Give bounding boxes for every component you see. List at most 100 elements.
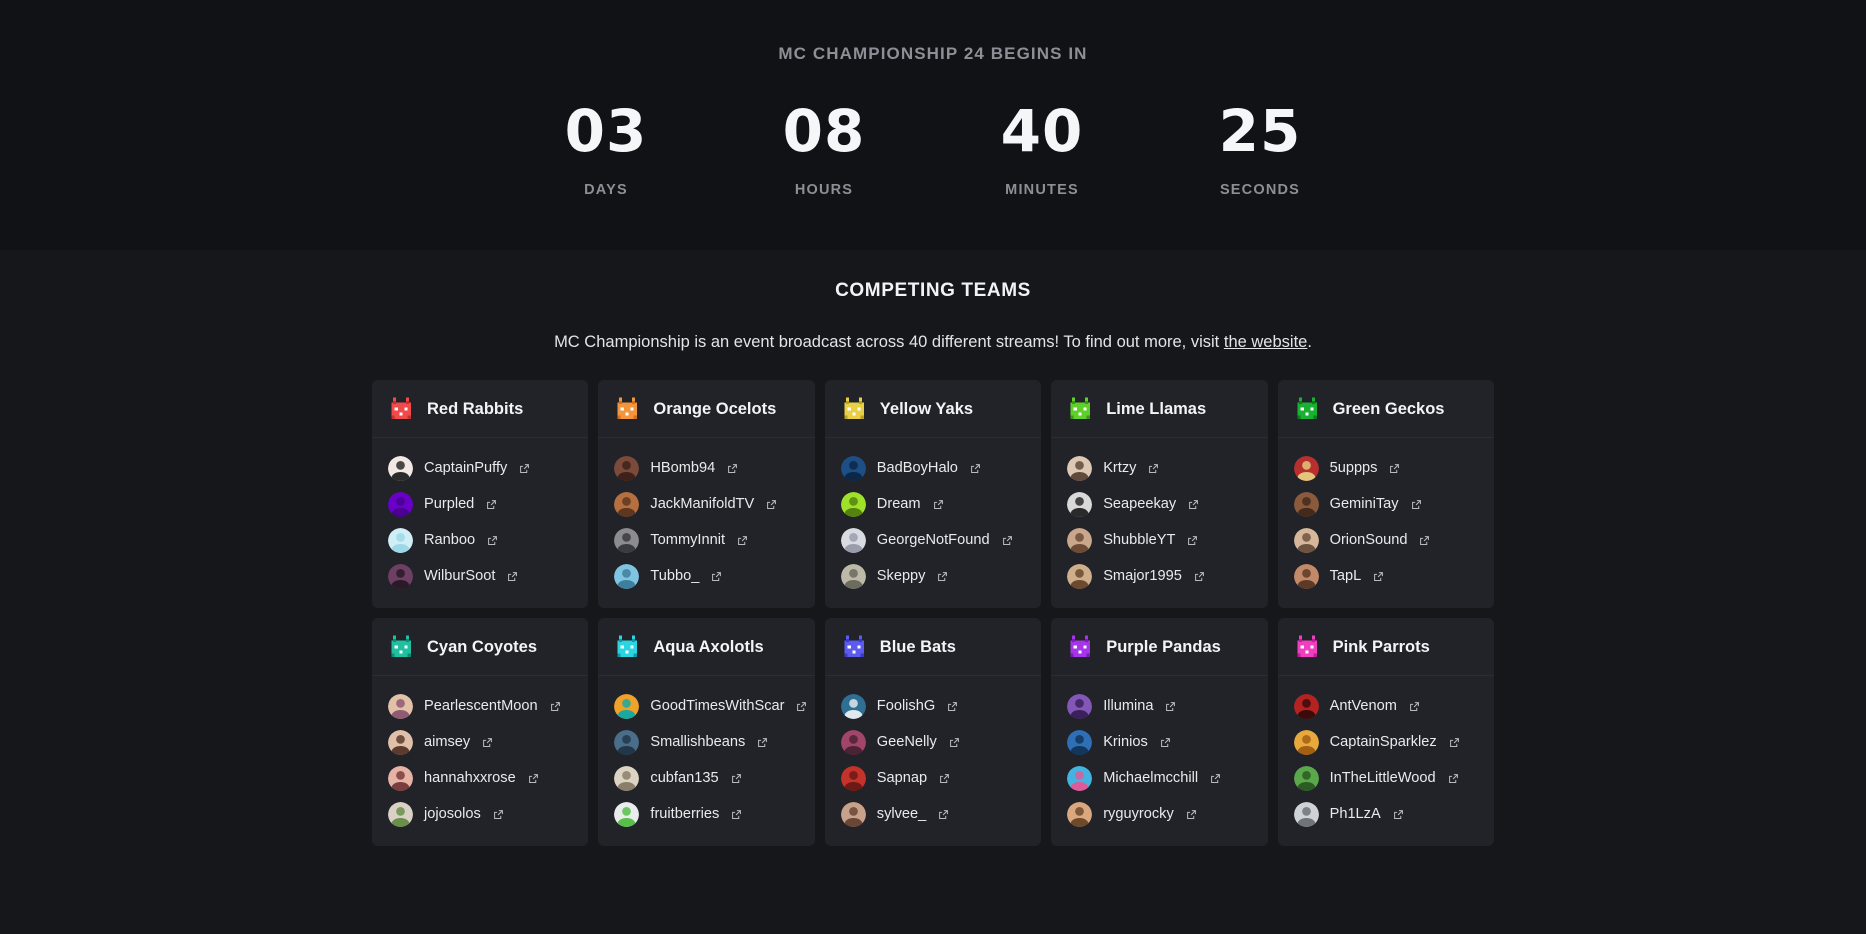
player-row[interactable]: Smajor1995 [1051,558,1267,594]
player-row[interactable]: Tubbo_ [598,558,814,594]
external-link-icon[interactable] [1411,499,1422,510]
external-link-icon[interactable] [1409,701,1420,712]
player-name: Michaelmcchill [1103,770,1199,786]
player-row[interactable]: FoolishG [825,688,1041,724]
external-link-icon[interactable] [731,773,742,784]
external-link-icon[interactable] [939,773,950,784]
external-link-icon[interactable] [757,737,768,748]
external-link-icon[interactable] [1194,571,1205,582]
external-link-icon[interactable] [1449,737,1460,748]
player-row[interactable]: BadBoyHalo [825,450,1041,486]
external-link-icon[interactable] [1148,463,1159,474]
team-emblem-icon [617,397,638,419]
player-row[interactable]: Dream [825,486,1041,522]
team-player-list: GoodTimesWithScar Smallishbeans cubfan135 f… [598,676,814,846]
external-link-icon[interactable] [1187,535,1198,546]
player-row[interactable]: CaptainPuffy [372,450,588,486]
external-link-icon[interactable] [507,571,518,582]
player-row[interactable]: OrionSound [1278,522,1494,558]
external-link-icon[interactable] [1160,737,1171,748]
external-link-icon[interactable] [1389,463,1400,474]
player-row[interactable]: Sapnap [825,760,1041,796]
player-row[interactable]: Ranboo [372,522,588,558]
external-link-icon[interactable] [737,535,748,546]
external-link-icon[interactable] [1373,571,1384,582]
player-row[interactable]: Krinios [1051,724,1267,760]
external-link-icon[interactable] [766,499,777,510]
external-link-icon[interactable] [937,571,948,582]
avatar [1067,527,1093,553]
player-row[interactable]: Smallishbeans [598,724,814,760]
external-link-icon[interactable] [970,463,981,474]
player-row[interactable]: sylvee_ [825,796,1041,832]
external-link-icon[interactable] [1210,773,1221,784]
avatar [840,765,866,791]
external-link-icon[interactable] [1393,809,1404,820]
player-row[interactable]: TommyInnit [598,522,814,558]
avatar [1293,729,1319,755]
avatar [1067,765,1093,791]
external-link-icon[interactable] [1188,499,1199,510]
player-row[interactable]: PearlescentMoon [372,688,588,724]
avatar [388,801,413,827]
external-link-icon[interactable] [711,571,722,582]
player-name: ShubbleYT [1103,532,1176,548]
player-row[interactable]: GeorgeNotFound [825,522,1041,558]
player-row[interactable]: AntVenom [1278,688,1494,724]
player-row[interactable]: TapL [1278,558,1494,594]
external-link-icon[interactable] [727,463,738,474]
external-link-icon[interactable] [550,701,561,712]
website-link[interactable]: the website [1224,333,1307,351]
player-row[interactable]: Illumina [1051,688,1267,724]
player-row[interactable]: fruitberries [598,796,814,832]
player-name: FoolishG [876,698,936,714]
avatar [840,491,866,517]
player-row[interactable]: aimsey [372,724,588,760]
external-link-icon[interactable] [1165,701,1176,712]
countdown-hours-label: HOURS [794,182,854,198]
section-description: MC Championship is an event broadcast ac… [0,333,1866,352]
player-row[interactable]: Michaelmcchill [1051,760,1267,796]
player-row[interactable]: Ph1LzA [1278,796,1494,832]
external-link-icon[interactable] [482,737,493,748]
player-row[interactable]: GeminiTay [1278,486,1494,522]
player-name: CaptainSparklez [1329,734,1437,750]
team-card: Lime Llamas Krtzy Seapeekay ShubbleYT Smajor… [1051,380,1268,608]
external-link-icon[interactable] [949,737,960,748]
player-name: Seapeekay [1103,496,1177,512]
player-row[interactable]: JackManifoldTV [598,486,814,522]
player-row[interactable]: jojosolos [372,796,588,832]
external-link-icon[interactable] [487,535,498,546]
external-link-icon[interactable] [519,463,530,474]
external-link-icon[interactable] [1419,535,1430,546]
player-row[interactable]: Seapeekay [1051,486,1267,522]
player-row[interactable]: Purpled [372,486,588,522]
external-link-icon[interactable] [1186,809,1197,820]
player-name: Illumina [1103,698,1154,714]
player-row[interactable]: CaptainSparklez [1278,724,1494,760]
external-link-icon[interactable] [947,701,958,712]
player-row[interactable]: GoodTimesWithScar [598,688,814,724]
player-row[interactable]: 5uppps [1278,450,1494,486]
external-link-icon[interactable] [796,701,807,712]
external-link-icon[interactable] [486,499,497,510]
external-link-icon[interactable] [493,809,504,820]
player-row[interactable]: hannahxxrose [372,760,588,796]
player-row[interactable]: cubfan135 [598,760,814,796]
external-link-icon[interactable] [528,773,539,784]
player-row[interactable]: InTheLittleWood [1278,760,1494,796]
player-row[interactable]: ryguyrocky [1051,796,1267,832]
external-link-icon[interactable] [933,499,944,510]
player-row[interactable]: ShubbleYT [1051,522,1267,558]
player-row[interactable]: Skeppy [825,558,1041,594]
player-row[interactable]: WilburSoot [372,558,588,594]
external-link-icon[interactable] [938,809,949,820]
player-row[interactable]: HBomb94 [598,450,814,486]
player-row[interactable]: GeeNelly [825,724,1041,760]
external-link-icon[interactable] [1448,773,1459,784]
external-link-icon[interactable] [731,809,742,820]
player-row[interactable]: Krtzy [1051,450,1267,486]
player-name: Sapnap [876,770,928,786]
countdown-minutes-value: 40 [1000,97,1084,165]
external-link-icon[interactable] [1002,535,1013,546]
